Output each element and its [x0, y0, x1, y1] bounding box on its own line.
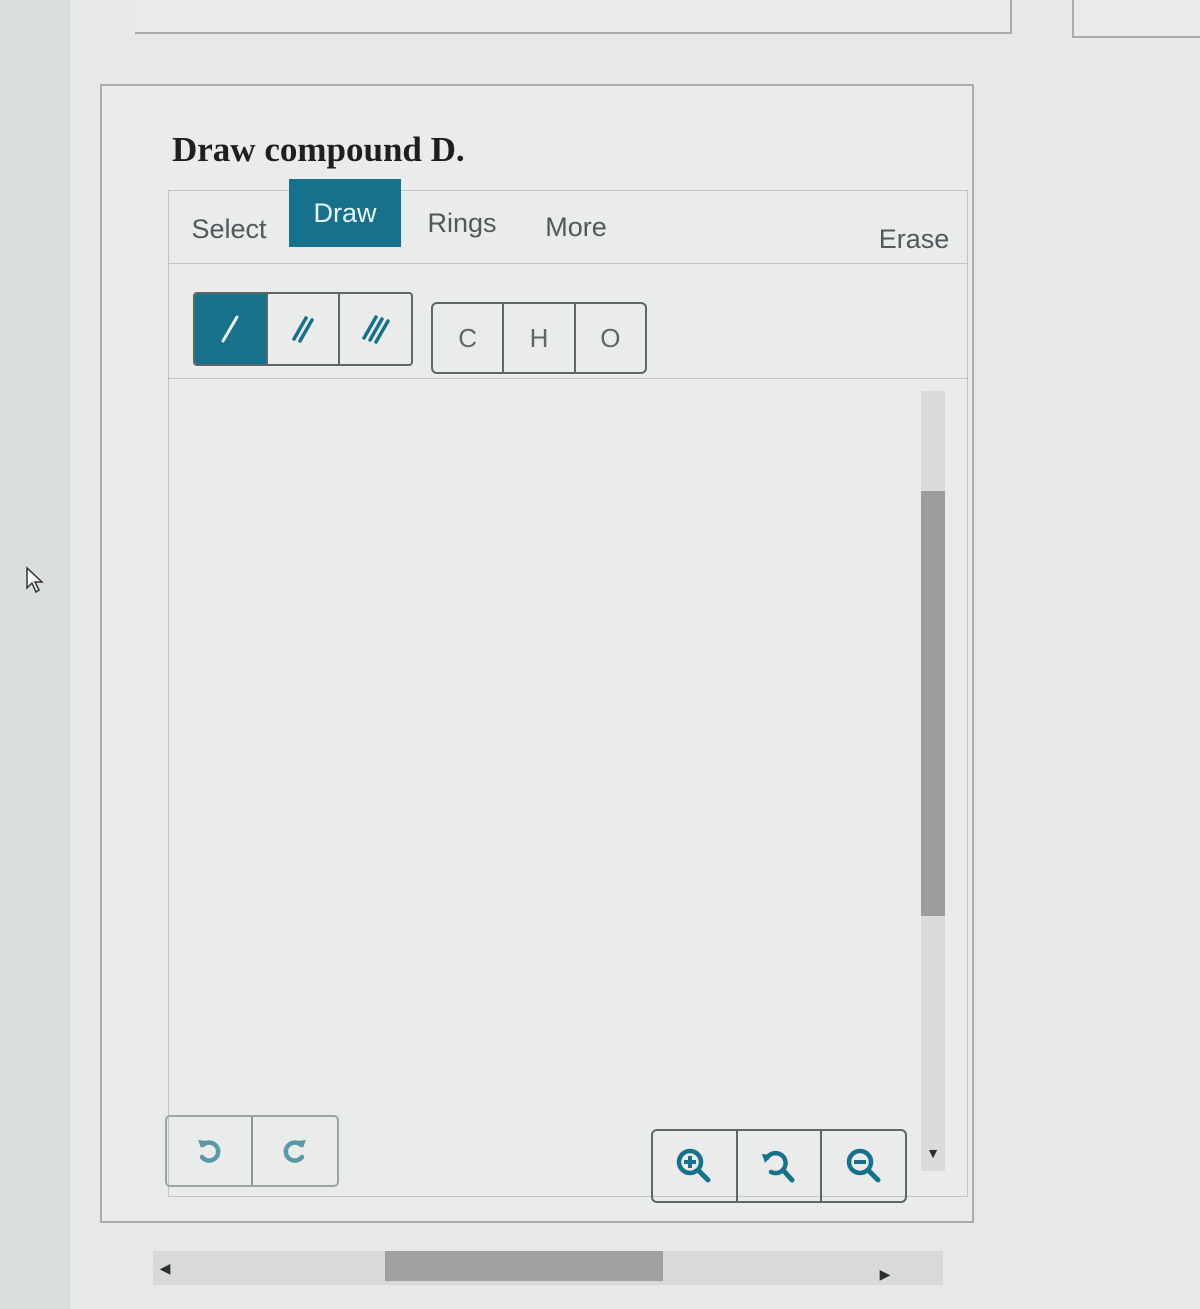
tab-more[interactable]: More	[521, 193, 631, 261]
zoom-reset-icon	[762, 1150, 795, 1183]
redo-icon	[283, 1140, 306, 1163]
question-card: Draw compound D. Select Draw Rings More …	[100, 84, 974, 1285]
previous-panel	[135, 0, 1012, 34]
double-bond-button[interactable]	[268, 294, 341, 364]
molecule-editor: Select Draw Rings More Erase C H O ▼ ◀ ▶	[153, 179, 968, 1285]
editor-tabbar: Select Draw Rings More Erase	[169, 179, 967, 264]
atom-hydrogen-button[interactable]: H	[504, 304, 576, 372]
history-controls	[165, 1115, 339, 1187]
erase-button[interactable]: Erase	[859, 205, 969, 273]
side-panel	[1072, 0, 1200, 38]
scroll-down-arrow-icon[interactable]: ▼	[921, 1141, 945, 1165]
vertical-scroll-thumb[interactable]	[921, 491, 945, 916]
zoom-controls	[651, 1129, 907, 1203]
scroll-left-arrow-icon[interactable]: ◀	[153, 1251, 177, 1285]
single-bond-button[interactable]	[195, 294, 268, 364]
zoom-in-button[interactable]	[653, 1131, 738, 1201]
mouse-cursor-icon	[26, 566, 44, 594]
drawing-canvas[interactable]	[169, 381, 967, 1161]
vertical-scrollbar[interactable]	[921, 391, 945, 1171]
undo-button[interactable]	[167, 1117, 253, 1185]
horizontal-scroll-thumb[interactable]	[385, 1251, 663, 1281]
double-bond-icon	[292, 316, 314, 343]
atom-oxygen-button[interactable]: O	[576, 304, 645, 372]
question-title: Draw compound D.	[172, 130, 465, 169]
triple-bond-icon	[361, 315, 390, 344]
tab-select[interactable]: Select	[173, 195, 285, 263]
triple-bond-button[interactable]	[340, 294, 411, 364]
horizontal-scrollbar[interactable]: ◀ ▶	[153, 1251, 943, 1285]
bond-selector	[193, 292, 413, 366]
zoom-out-icon	[846, 1148, 881, 1183]
atom-carbon-button[interactable]: C	[433, 304, 505, 372]
editor-toolbar: C H O	[169, 264, 967, 379]
tab-draw[interactable]: Draw	[289, 179, 401, 247]
tab-rings[interactable]: Rings	[407, 189, 517, 257]
zoom-reset-button[interactable]	[738, 1131, 823, 1201]
single-bond-icon	[221, 315, 239, 343]
redo-button[interactable]	[253, 1117, 337, 1185]
zoom-in-icon	[677, 1148, 711, 1183]
atom-selector: C H O	[431, 302, 647, 374]
zoom-out-button[interactable]	[822, 1131, 905, 1201]
undo-icon	[198, 1140, 221, 1163]
scroll-right-arrow-icon[interactable]: ▶	[873, 1257, 897, 1291]
